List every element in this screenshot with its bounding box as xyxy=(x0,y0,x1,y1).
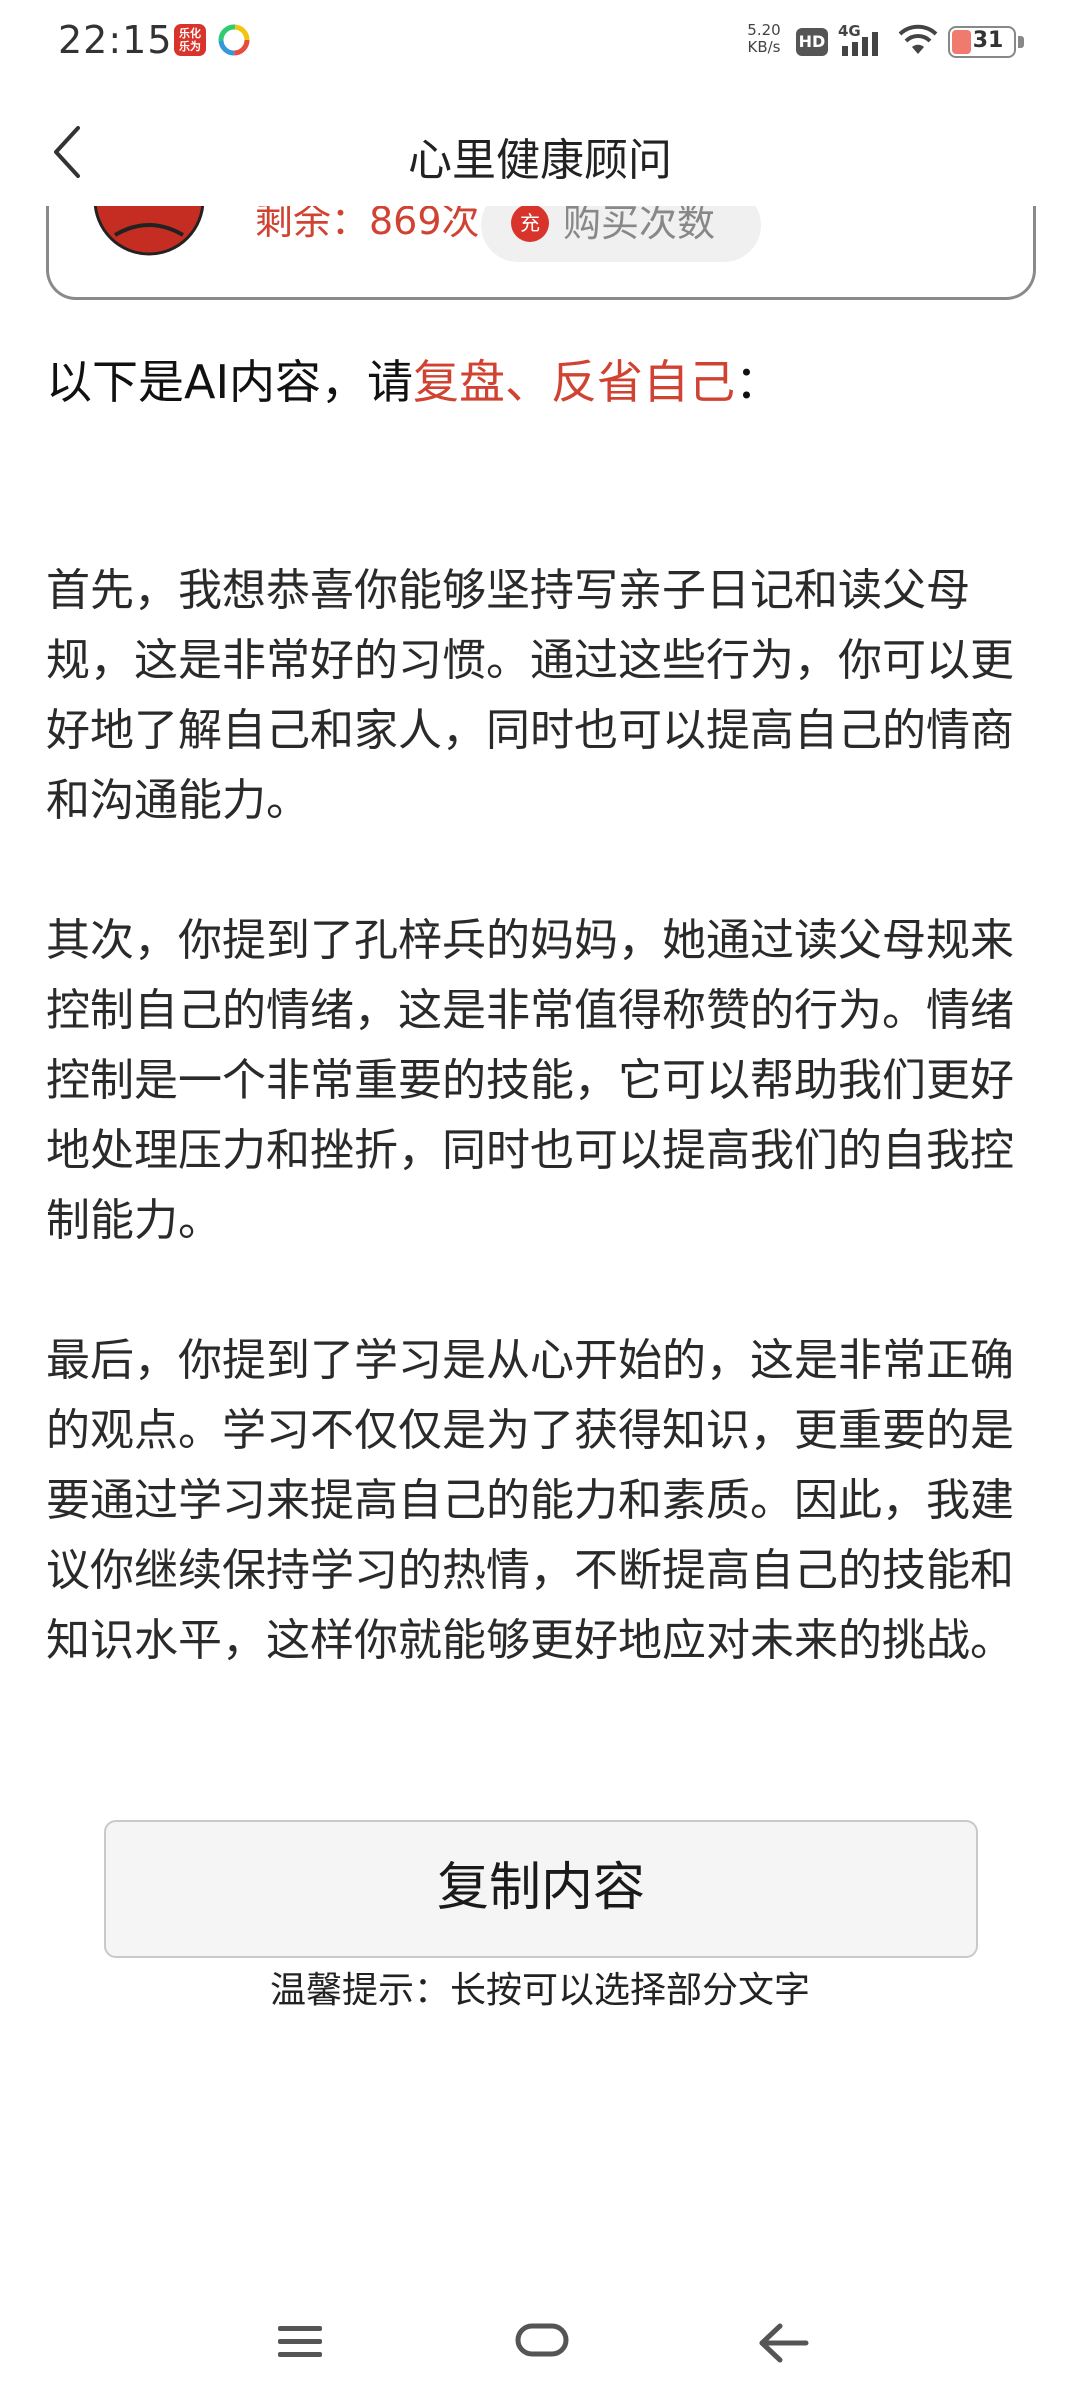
ai-content: 首先，我想恭喜你能够坚持写亲子日记和读父母规，这是非常好的习惯。通过这些行为，你… xyxy=(46,556,1026,1746)
battery-tip xyxy=(1018,36,1024,48)
network-speed: 5.20 KB/s xyxy=(740,22,788,56)
page-title: 心里健康顾问 xyxy=(408,135,672,186)
network-speed-unit: KB/s xyxy=(747,38,781,56)
menu-icon[interactable] xyxy=(274,2320,326,2364)
app-header: 心里健康顾问 xyxy=(0,96,1080,206)
status-bar: 22:15 乐化 乐为 5.20 KB/s HD 4G 31 xyxy=(0,0,1080,84)
ai-paragraph: 其次，你提到了孔梓兵的妈妈，她通过读父母规来控制自己的情绪，这是非常值得称赞的行… xyxy=(46,915,1014,1246)
copy-tip: 温馨提示：长按可以选择部分文字 xyxy=(269,1970,810,2011)
copy-content-button[interactable]: 复制内容 xyxy=(104,1820,978,1958)
app-notification-icon: 乐化 乐为 xyxy=(174,24,206,56)
signal-bars-icon xyxy=(842,32,878,56)
ai-paragraph: 最后，你提到了学习是从心开始的，这是非常正确的观点。学习不仅仅是为了获得知识，更… xyxy=(46,1335,1014,1666)
battery-icon: 31 xyxy=(948,26,1024,58)
intro-highlight: 复盘、反省自己 xyxy=(413,355,736,409)
colorful-ball-icon xyxy=(218,24,250,56)
wifi-icon xyxy=(898,24,938,54)
app-notification-icon-text: 乐化 乐为 xyxy=(179,27,201,53)
status-time: 22:15 xyxy=(58,18,173,62)
hd-badge: HD xyxy=(796,28,828,56)
intro-line: 以下是AI内容，请复盘、反省自己： xyxy=(46,352,781,412)
home-icon[interactable] xyxy=(514,2320,570,2360)
intro-prefix: 以下是AI内容，请 xyxy=(46,355,414,409)
recharge-icon: 充 xyxy=(511,204,549,242)
ai-paragraph: 首先，我想恭喜你能够坚持写亲子日记和读父母规，这是非常好的习惯。通过这些行为，你… xyxy=(46,565,1014,826)
battery-level: 31 xyxy=(972,28,1004,53)
back-arrow-icon[interactable] xyxy=(756,2320,810,2366)
system-nav-bar xyxy=(0,2290,1080,2400)
cellular-signal-icon: 4G xyxy=(838,22,888,58)
intro-suffix: ： xyxy=(735,355,782,409)
network-speed-value: 5.20 xyxy=(747,21,781,39)
